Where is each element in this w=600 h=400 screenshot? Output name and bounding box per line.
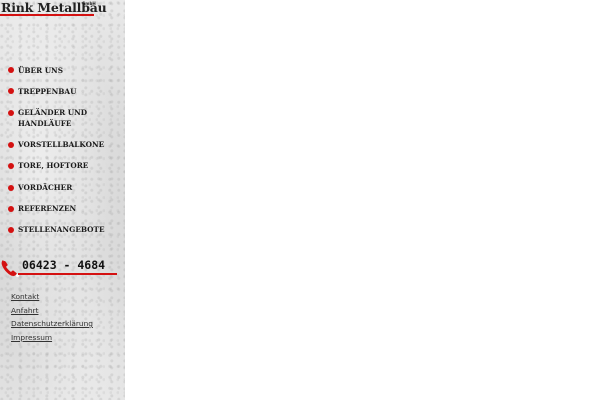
phone-contact[interactable]: 06423 - 4684 <box>0 254 125 280</box>
footer-link-datenschutzerklaerung[interactable]: Datenschutzerklärung <box>11 317 93 331</box>
footer-links: Kontakt Anfahrt Datenschutzerklärung Imp… <box>11 290 93 344</box>
bullet-icon <box>8 142 14 148</box>
nav-label: TREPPENBAU <box>18 87 77 96</box>
phone-underline <box>18 273 117 275</box>
nav-label: VORSTELLBALKONE <box>18 140 105 149</box>
nav-label: TORE, HOFTORE <box>18 161 89 170</box>
footer-link-impressum[interactable]: Impressum <box>11 331 93 345</box>
main-content <box>125 0 600 400</box>
bullet-icon <box>8 185 14 191</box>
bullet-icon <box>8 67 14 73</box>
sidebar: Rink Metallbau GmbH ÜBER UNS TREPPENBAU … <box>0 0 125 400</box>
company-logo[interactable]: Rink Metallbau GmbH <box>0 0 107 18</box>
footer-link-kontakt[interactable]: Kontakt <box>11 290 93 304</box>
nav-label: ÜBER UNS <box>18 66 63 75</box>
nav-label: VORDÄCHER <box>18 183 73 192</box>
footer-link-anfahrt[interactable]: Anfahrt <box>11 304 93 318</box>
bullet-icon <box>8 163 14 169</box>
bullet-icon <box>8 206 14 212</box>
phone-number: 06423 - 4684 <box>22 258 106 272</box>
nav-label: REFERENZEN <box>18 204 77 213</box>
bullet-icon <box>8 110 14 116</box>
logo-suffix: GmbH <box>82 1 96 6</box>
nav-label-line-2: HANDLÄUFE <box>18 119 72 128</box>
bullet-icon <box>8 227 14 233</box>
nav-label: STELLENANGEBOTE <box>18 225 105 234</box>
bullet-icon <box>8 88 14 94</box>
logo-underline <box>0 14 94 16</box>
phone-icon <box>1 260 19 277</box>
nav-label-line-1: GELÄNDER UND <box>18 108 88 117</box>
